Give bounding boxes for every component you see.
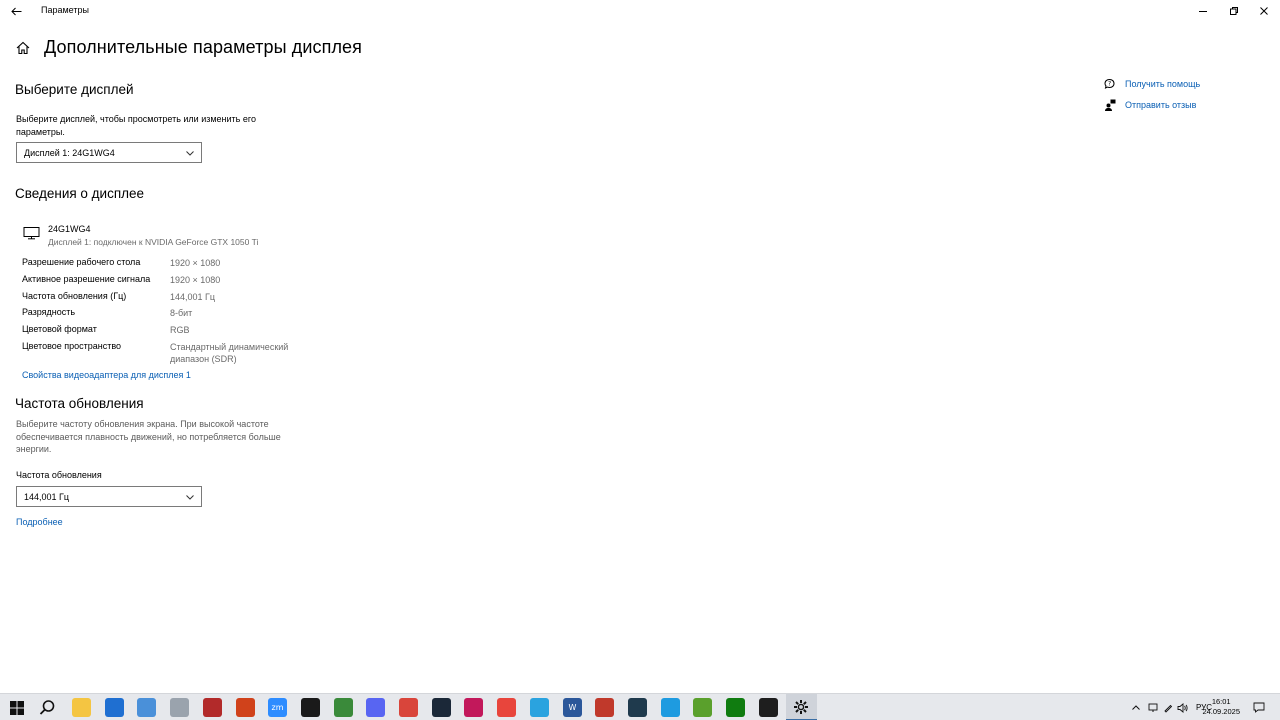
settings-gear-icon (794, 700, 808, 714)
chevron-down-icon (186, 151, 194, 156)
search-icon (39, 700, 55, 715)
app-9-icon[interactable] (334, 698, 353, 717)
notification-icon (1253, 702, 1265, 713)
word-icon[interactable]: W (563, 698, 582, 717)
edge-icon[interactable] (661, 698, 680, 717)
system-tray: РУС (1131, 694, 1212, 720)
app-5-icon[interactable] (203, 698, 222, 717)
back-button[interactable] (6, 2, 26, 20)
send-feedback-label: Отправить отзыв (1125, 100, 1197, 110)
page-title: Дополнительные параметры дисплея (44, 37, 363, 57)
help-chat-icon: ? (1104, 78, 1115, 89)
choose-display-heading: Выберите дисплей (15, 82, 134, 97)
minimize-button[interactable] (1188, 0, 1218, 22)
title-bar: Параметры (0, 0, 1280, 23)
utorrent-icon[interactable] (693, 698, 712, 717)
file-explorer-icon[interactable] (72, 698, 91, 717)
clock[interactable]: 16:01 24.09.2025 (1202, 697, 1240, 717)
arrow-left-icon (10, 7, 21, 15)
xbox-icon[interactable] (726, 698, 745, 717)
nvidia-icon[interactable] (301, 698, 320, 717)
info-value: 1920 × 1080 (170, 258, 221, 268)
app-3-icon[interactable] (137, 698, 156, 717)
volume-icon[interactable] (1177, 702, 1189, 713)
learn-more-link[interactable]: Подробнее (16, 517, 63, 527)
clock-time: 16:01 (1211, 697, 1231, 706)
choose-display-description: Выберите дисплей, чтобы просмотреть или … (16, 114, 256, 137)
display-info-heading: Сведения о дисплее (15, 186, 145, 201)
search-button[interactable] (38, 698, 57, 717)
info-label: Активное разрешение сигнала (22, 274, 151, 284)
refresh-rate-select[interactable]: 144,001 Гц (16, 486, 202, 507)
windows-logo-icon (9, 700, 24, 715)
store-icon[interactable] (105, 698, 124, 717)
restore-icon (1230, 7, 1238, 15)
app-6-icon[interactable] (236, 698, 255, 717)
zoom-icon[interactable]: zm (268, 698, 287, 717)
app-4-icon[interactable] (170, 698, 189, 717)
info-label: Разрядность (22, 307, 76, 317)
minimize-icon (1199, 11, 1207, 12)
notifications-button[interactable] (1253, 694, 1265, 720)
refresh-heading: Частота обновления (15, 396, 144, 411)
network-icon[interactable] (1148, 703, 1159, 713)
discord-icon[interactable] (366, 698, 385, 717)
clock-date: 24.09.2025 (1202, 707, 1240, 716)
info-label: Цветовой формат (22, 324, 97, 334)
info-value: RGB (170, 325, 190, 335)
send-feedback-link[interactable]: Отправить отзыв (1104, 99, 1196, 111)
info-value: 8-бит (170, 308, 193, 318)
app-13-icon[interactable] (464, 698, 483, 717)
chevron-up-icon[interactable] (1131, 703, 1141, 713)
telegram-icon[interactable] (530, 698, 549, 717)
taskbar: zm W РУС 16:01 24.09.2025 (0, 693, 1280, 720)
info-value: 144,001 Гц (170, 292, 216, 302)
monitor-icon (23, 227, 40, 240)
svg-text:?: ? (1108, 81, 1111, 88)
app-11-icon[interactable] (399, 698, 418, 717)
display-name: 24G1WG4 (48, 224, 91, 234)
close-button[interactable] (1249, 0, 1279, 22)
terminal-icon[interactable] (759, 698, 778, 717)
refresh-rate-value: 144,001 Гц (24, 491, 70, 502)
window-title: Параметры (41, 5, 89, 15)
restore-button[interactable] (1219, 0, 1249, 22)
refresh-description: Выберите частоту обновления экрана. При … (16, 419, 281, 454)
chrome-icon[interactable] (497, 698, 516, 717)
get-help-link[interactable]: ? Получить помощь (1104, 78, 1200, 90)
start-button[interactable] (7, 698, 26, 717)
refresh-label: Частота обновления (16, 470, 102, 480)
adapter-properties-link[interactable]: Свойства видеоадаптера для дисплея 1 (22, 370, 191, 380)
info-label: Частота обновления (Гц) (22, 291, 127, 301)
home-icon[interactable] (15, 40, 31, 56)
info-value: Стандартный динамический диапазон (SDR) (170, 342, 289, 364)
chevron-down-icon (186, 495, 194, 500)
feedback-person-icon (1105, 99, 1116, 111)
info-value: 1920 × 1080 (170, 275, 221, 285)
display-subtitle: Дисплей 1: подключен к NVIDIA GeForce GT… (48, 237, 259, 247)
pen-icon[interactable] (1163, 703, 1173, 713)
display-select[interactable]: Дисплей 1: 24G1WG4 (16, 142, 202, 163)
app-18-icon[interactable] (628, 698, 647, 717)
settings-taskbar-button[interactable] (786, 694, 817, 720)
get-help-label: Получить помощь (1125, 79, 1201, 89)
info-label: Цветовое пространство (22, 341, 122, 351)
app-17-icon[interactable] (595, 698, 614, 717)
display-select-value: Дисплей 1: 24G1WG4 (24, 147, 115, 158)
steam-icon[interactable] (432, 698, 451, 717)
info-label: Разрешение рабочего стола (22, 257, 141, 267)
close-icon (1260, 7, 1268, 15)
